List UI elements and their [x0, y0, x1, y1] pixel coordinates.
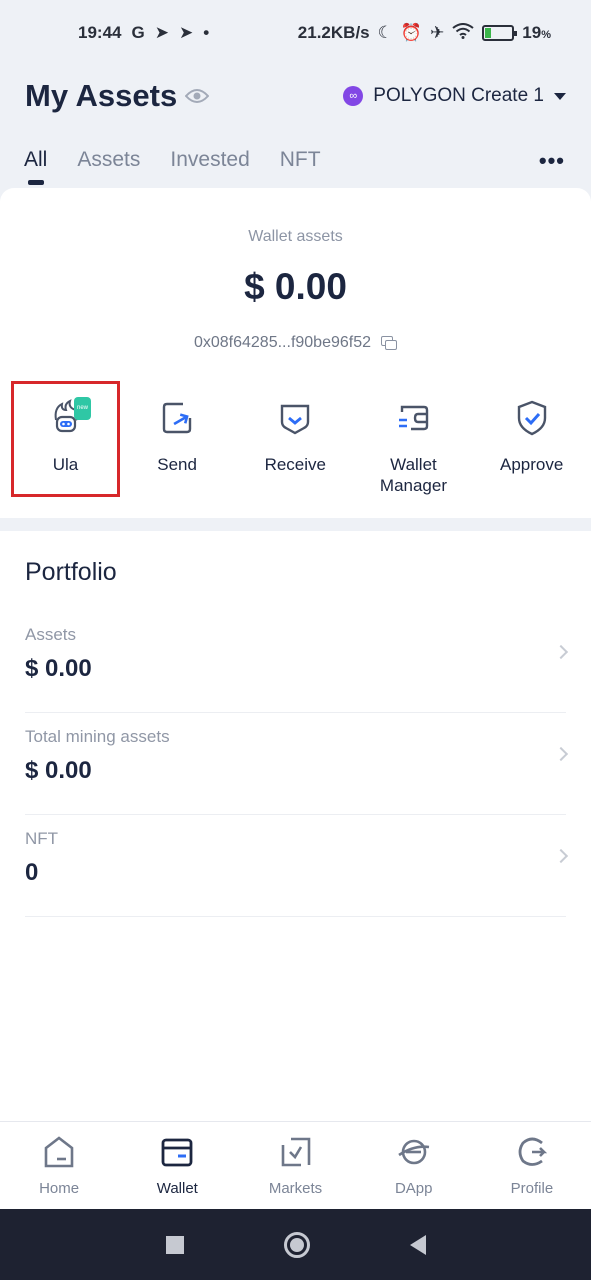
send-icon — [162, 402, 192, 434]
portfolio-section: Portfolio Assets $ 0.00 Total mining ass… — [0, 531, 591, 1123]
wallet-icon — [161, 1138, 193, 1167]
chevron-down-icon — [554, 92, 566, 100]
receive-icon — [281, 404, 310, 435]
status-time: 19:44 — [78, 23, 122, 42]
home-button-icon[interactable] — [283, 1231, 310, 1258]
wallet-total: $ 0.00 — [244, 266, 347, 307]
wallet-manager-icon — [399, 405, 429, 431]
nav-dapp-label: DApp — [394, 1180, 433, 1197]
wallet-manager-button[interactable]: Wallet Manager — [354, 384, 472, 496]
page-title: My Assets — [25, 78, 178, 113]
action-row: new Ula Send Receive Wallet Manager Appr… — [0, 381, 591, 497]
network-name: POLYGON Create 1 — [373, 85, 544, 106]
chevron-right-icon — [553, 746, 569, 762]
markets-icon — [281, 1137, 310, 1167]
airplane-icon: ✈ — [430, 23, 445, 42]
send-button[interactable]: Send — [118, 384, 236, 496]
battery-icon — [482, 25, 518, 41]
dapp-icon — [397, 1139, 429, 1165]
approve-button[interactable]: Approve — [473, 384, 591, 496]
asset-tabs: All Assets Invested NFT — [0, 140, 591, 188]
system-nav-bar — [0, 1209, 591, 1280]
portfolio-row-value: $ 0.00 — [25, 655, 92, 682]
portfolio-row-value: $ 0.00 — [25, 757, 92, 784]
nav-wallet[interactable]: Wallet — [118, 1122, 236, 1209]
header: My Assets ∞ POLYGON Create 1 — [0, 66, 591, 126]
battery-level — [485, 28, 492, 38]
bottom-nav: Home Wallet Markets DApp Profile — [0, 1121, 591, 1209]
nav-wallet-label: Wallet — [156, 1180, 198, 1197]
address-row[interactable]: 0x08f64285...f90be96f52 — [0, 334, 591, 352]
nav-home-label: Home — [39, 1180, 80, 1197]
more-icon[interactable]: ••• — [539, 148, 565, 174]
net-speed: 21.2KB/s — [297, 23, 370, 42]
nav-home[interactable]: Home — [0, 1122, 118, 1209]
portfolio-row-label: NFT — [25, 829, 59, 848]
new-badge: new — [74, 397, 92, 420]
alarm-icon: ⏰ — [400, 23, 423, 42]
nav-markets-label: Markets — [268, 1180, 323, 1197]
receive-button[interactable]: Receive — [236, 384, 354, 496]
telegram-icon-2: ➤ — [178, 23, 194, 42]
eye-icon[interactable] — [185, 88, 210, 104]
portfolio-row-label: Total mining assets — [25, 727, 170, 746]
copy-icon[interactable] — [381, 336, 398, 350]
wallet-manager-label: Wallet Manager — [379, 455, 448, 495]
wallet-assets-label: Wallet assets — [248, 228, 343, 245]
nav-profile[interactable]: Profile — [473, 1122, 591, 1209]
profile-icon — [518, 1137, 548, 1166]
wallet-card: Wallet assets $ 0.00 0x08f64285...f90be9… — [0, 188, 591, 518]
moon-icon: ☾ — [377, 23, 393, 42]
tab-assets[interactable]: Assets — [77, 140, 140, 172]
tab-invested[interactable]: Invested — [170, 140, 249, 172]
home-icon — [44, 1136, 74, 1168]
battery-percent: 19% — [522, 23, 551, 42]
nav-dapp[interactable]: DApp — [355, 1122, 473, 1209]
portfolio-row-value: 0 — [25, 859, 39, 886]
recents-icon[interactable] — [165, 1235, 184, 1254]
chevron-right-icon — [553, 848, 569, 864]
chevron-right-icon — [553, 644, 569, 660]
nav-markets[interactable]: Markets — [236, 1122, 354, 1209]
polygon-icon: ∞ — [343, 86, 364, 106]
portfolio-row-nft[interactable]: NFT 0 — [25, 815, 569, 917]
status-left: 19:44 G ➤ ➤ • — [78, 23, 209, 43]
portfolio-row-mining[interactable]: Total mining assets $ 0.00 — [25, 713, 569, 815]
approve-shield-icon — [517, 400, 546, 436]
portfolio-row-label: Assets — [25, 625, 77, 644]
ula-button[interactable]: new Ula — [11, 381, 120, 497]
network-selector[interactable]: ∞ POLYGON Create 1 — [343, 85, 566, 107]
portfolio-row-assets[interactable]: Assets $ 0.00 — [25, 611, 569, 713]
wallet-address: 0x08f64285...f90be96f52 — [193, 334, 372, 351]
wifi-icon — [452, 22, 474, 44]
tab-all[interactable]: All — [24, 140, 47, 185]
status-right: 21.2KB/s ☾ ⏰ ✈ 19% — [297, 22, 551, 44]
approve-label: Approve — [499, 455, 564, 474]
tab-nft[interactable]: NFT — [280, 140, 321, 172]
back-icon[interactable] — [409, 1234, 426, 1255]
receive-label: Receive — [264, 455, 326, 474]
ula-label: Ula — [52, 455, 79, 474]
send-label: Send — [157, 455, 197, 474]
nav-profile-label: Profile — [510, 1180, 554, 1197]
portfolio-title: Portfolio — [25, 558, 117, 586]
dot-icon: • — [203, 23, 210, 42]
status-bar: 19:44 G ➤ ➤ • 21.2KB/s ☾ ⏰ ✈ 19% — [0, 0, 591, 66]
google-icon: G — [131, 23, 145, 42]
telegram-icon: ➤ — [154, 23, 169, 42]
